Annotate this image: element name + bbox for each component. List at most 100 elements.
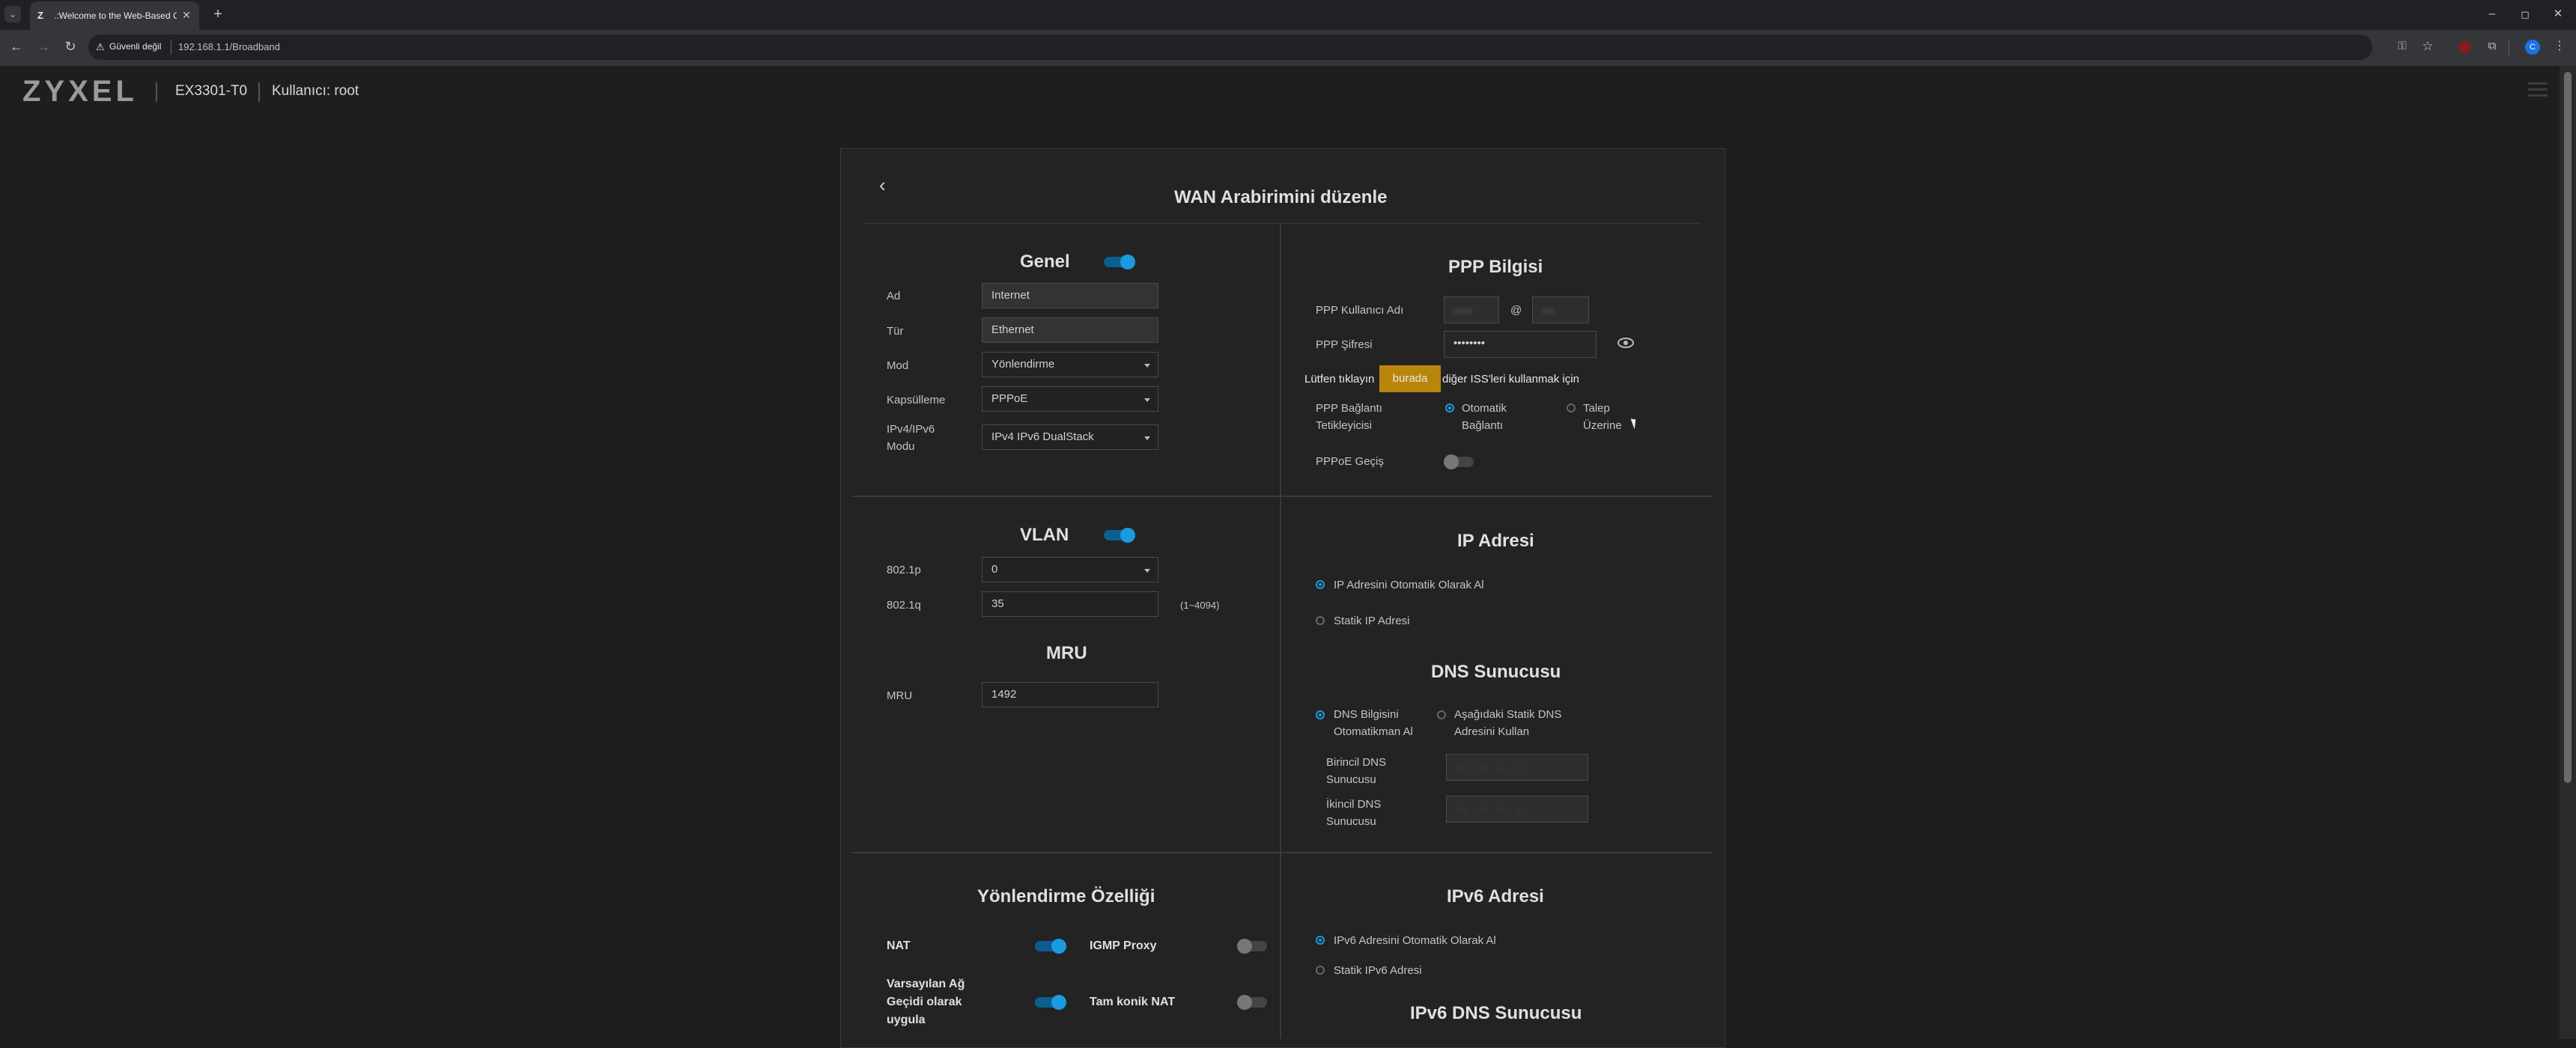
chevron-down-icon xyxy=(1144,569,1150,573)
close-window-button[interactable]: ✕ xyxy=(2549,7,2567,22)
ipv6-static-radio[interactable] xyxy=(1316,966,1325,975)
tab-close-icon[interactable]: ✕ xyxy=(180,7,193,22)
ppp-hint-after: diğer ISS'leri kullanmak için xyxy=(1442,373,1579,386)
kapsulleme-label: Kapsülleme xyxy=(887,394,946,406)
new-tab-button[interactable]: + xyxy=(210,7,226,22)
extension-icon[interactable] xyxy=(2459,41,2471,53)
ppp-username-label: PPP Kullanıcı Adı xyxy=(1316,304,1404,317)
wan-edit-dialog xyxy=(840,148,1725,1048)
browser-tab[interactable]: Z .:Welcome to the Web-Based C ✕ xyxy=(30,1,199,30)
full-cone-nat-label: Tam konik NAT xyxy=(1090,996,1176,1008)
extensions-icon[interactable]: ⧉ xyxy=(2483,39,2501,54)
ppp-username-field[interactable]: user xyxy=(1444,296,1499,323)
ppp-title: PPP Bilgisi xyxy=(1448,257,1543,277)
dns-primary-field[interactable]: --- --- -- -- xyxy=(1446,754,1588,781)
kapsulleme-select[interactable]: PPPoE xyxy=(982,386,1158,412)
star-icon[interactable]: ☆ xyxy=(2419,39,2437,54)
url-text[interactable]: 192.168.1.1/Broadband xyxy=(178,41,280,52)
ppp-password-field[interactable]: •••••••• xyxy=(1444,331,1597,358)
forward-arrow-icon[interactable]: → xyxy=(34,39,52,54)
ppp-trigger-demand-radio[interactable] xyxy=(1567,403,1576,412)
ipv6-auto-label[interactable]: IPv6 Adresini Otomatik Olarak Al xyxy=(1334,932,1496,949)
ipv6-static-label[interactable]: Statik IPv6 Adresi xyxy=(1334,962,1422,979)
nat-toggle[interactable] xyxy=(1035,939,1068,954)
ppp-trigger-demand-line1[interactable]: Talep xyxy=(1583,400,1610,417)
vlan-title: VLAN xyxy=(1020,525,1069,545)
default-gateway-toggle[interactable] xyxy=(1035,995,1068,1010)
mod-value: Yönlendirme xyxy=(991,358,1055,371)
ppp-trigger-auto-radio[interactable] xyxy=(1445,403,1454,412)
profile-avatar[interactable]: C xyxy=(2525,40,2540,55)
ppp-password-label: PPP Şifresi xyxy=(1316,338,1373,351)
menu-icon[interactable] xyxy=(2528,82,2548,97)
dns-static-line2[interactable]: Adresini Kullan xyxy=(1454,723,1529,740)
ppp-domain-field[interactable]: isp xyxy=(1532,296,1589,323)
ppp-trigger-demand-line2[interactable]: Üzerine xyxy=(1583,417,1622,434)
dns-auto-radio[interactable] xyxy=(1316,710,1325,719)
tab-search-icon[interactable]: ⌄ xyxy=(4,6,21,22)
ppp-hint-link[interactable]: burada xyxy=(1379,365,1441,392)
ipmode-label-line1: IPv4/IPv6 xyxy=(887,423,935,436)
default-gateway-label-line1: Varsayılan Ağ xyxy=(887,978,965,990)
zyxel-logo: ZYXEL xyxy=(22,75,138,108)
minimize-button[interactable]: – xyxy=(2483,7,2501,22)
header-separator xyxy=(258,82,260,102)
igmp-proxy-toggle[interactable] xyxy=(1237,939,1270,954)
scrollbar-thumb[interactable] xyxy=(2564,72,2572,783)
browser-tab-strip xyxy=(0,0,2576,30)
security-label[interactable]: Güvenli değil xyxy=(109,41,161,52)
dns-auto-line1[interactable]: DNS Bilgisini xyxy=(1334,706,1399,723)
current-user: Kullanıcı: root xyxy=(272,83,359,99)
ppp-trigger-label-line2: Tetikleyicisi xyxy=(1316,419,1373,432)
ip-auto-radio[interactable] xyxy=(1316,580,1325,589)
reload-icon[interactable]: ↻ xyxy=(61,39,79,54)
dns-static-radio[interactable] xyxy=(1437,710,1446,719)
pppoe-passthrough-toggle[interactable] xyxy=(1444,454,1477,469)
maximize-button[interactable]: ◻ xyxy=(2516,7,2534,22)
eye-icon[interactable] xyxy=(1617,338,1634,348)
ip-static-radio[interactable] xyxy=(1316,616,1325,625)
dns-secondary-field[interactable]: --- --- -- -- xyxy=(1446,796,1588,823)
ip-title: IP Adresi xyxy=(1457,531,1534,551)
tur-field[interactable]: Ethernet xyxy=(982,317,1158,343)
dns-secondary-label-line1: İkincil DNS xyxy=(1326,798,1382,811)
genel-toggle[interactable] xyxy=(1104,255,1137,269)
ipmode-label-line2: Modu xyxy=(887,440,915,453)
vlan-8021p-value: 0 xyxy=(991,563,998,576)
back-arrow-icon[interactable]: ← xyxy=(7,39,25,54)
mod-select[interactable]: Yönlendirme xyxy=(982,352,1158,377)
ad-field[interactable]: Internet xyxy=(982,283,1158,308)
full-cone-nat-toggle[interactable] xyxy=(1237,995,1270,1010)
dns-static-line1[interactable]: Aşağıdaki Statik DNS xyxy=(1454,706,1561,723)
ppp-trigger-auto-line2[interactable]: Bağlantı xyxy=(1462,417,1503,434)
address-bar[interactable] xyxy=(88,34,2372,60)
browser-menu-icon[interactable]: ⋮ xyxy=(2551,39,2569,54)
ipmode-select[interactable]: IPv4 IPv6 DualStack xyxy=(982,424,1158,450)
kapsulleme-value: PPPoE xyxy=(991,392,1028,405)
mru-input[interactable]: 1492 xyxy=(982,682,1158,707)
chevron-down-icon xyxy=(1144,398,1150,402)
ip-static-label[interactable]: Statik IP Adresi xyxy=(1334,612,1409,630)
zyxel-favicon-icon: Z xyxy=(37,10,43,21)
key-icon[interactable]: ⚿ xyxy=(2393,39,2411,54)
header-separator xyxy=(156,82,157,102)
title-divider xyxy=(864,223,1700,224)
vlan-8021q-input[interactable]: 35 xyxy=(982,591,1158,617)
ppp-hint-before: Lütfen tıklayın xyxy=(1304,373,1375,386)
vlan-8021q-range: (1~4094) xyxy=(1180,600,1220,611)
ipv6-title: IPv6 Adresi xyxy=(1447,886,1544,907)
igmp-proxy-label: IGMP Proxy xyxy=(1090,939,1157,952)
vlan-toggle[interactable] xyxy=(1104,528,1137,543)
vlan-8021p-select[interactable]: 0 xyxy=(982,557,1158,582)
ad-label: Ad xyxy=(887,290,901,302)
dns-auto-line2[interactable]: Otomatikman Al xyxy=(1334,723,1413,740)
lock-warning-icon[interactable]: ⚠ xyxy=(96,41,105,53)
dns-primary-label-line2: Sunucusu xyxy=(1326,773,1376,786)
ppp-trigger-auto-line1[interactable]: Otomatik xyxy=(1462,400,1507,417)
ipv6-auto-radio[interactable] xyxy=(1316,936,1325,945)
ip-auto-label[interactable]: IP Adresini Otomatik Olarak Al xyxy=(1334,576,1484,594)
tab-title: .:Welcome to the Web-Based C xyxy=(54,10,177,21)
row-divider xyxy=(852,852,1712,853)
chevron-left-icon[interactable]: ‹ xyxy=(879,174,886,197)
default-gateway-label-line3: uygula xyxy=(887,1014,926,1026)
